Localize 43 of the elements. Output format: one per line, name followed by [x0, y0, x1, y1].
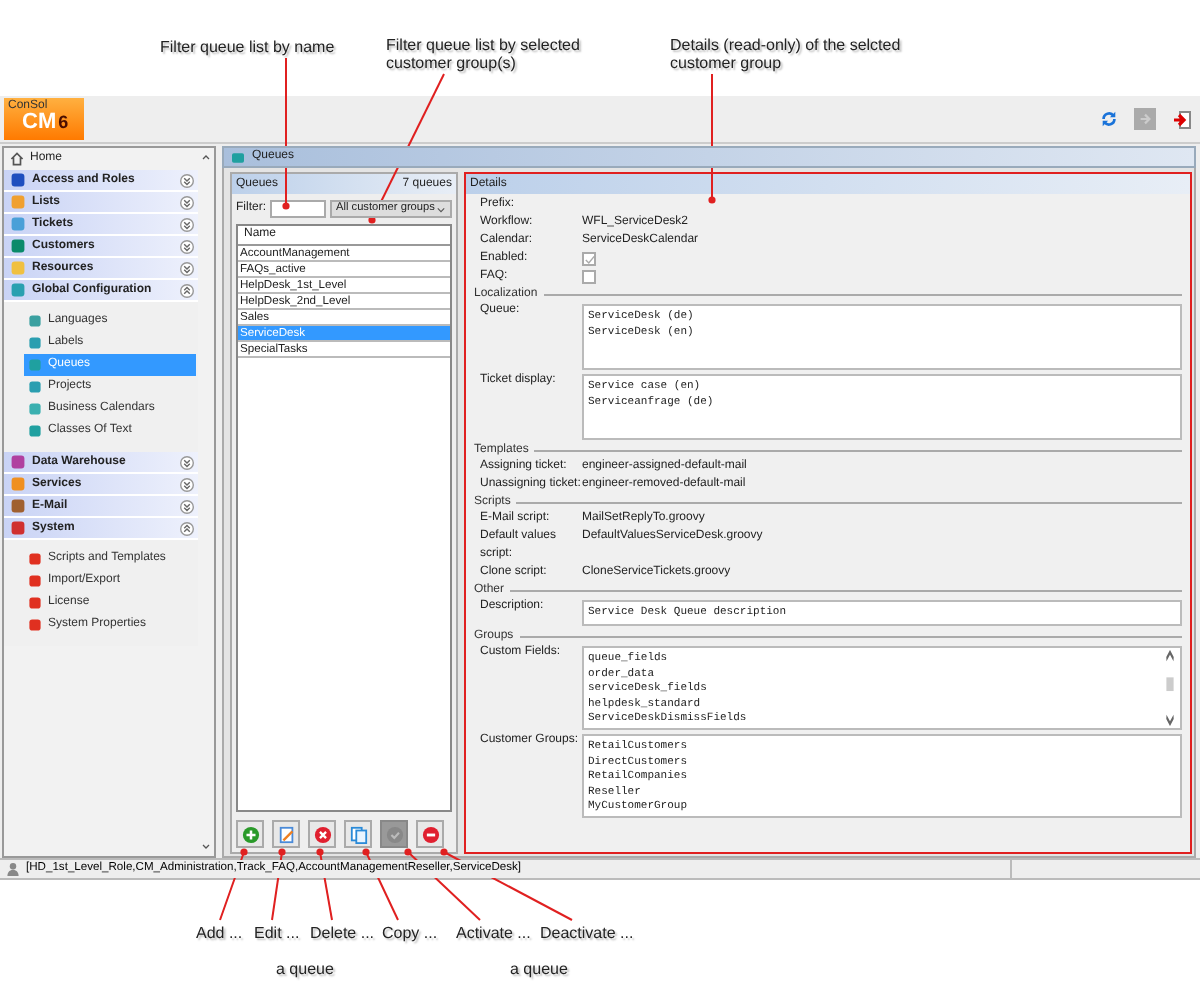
annotation: Delete ...	[310, 924, 375, 942]
expand-icon[interactable]	[180, 499, 194, 513]
add-button[interactable]	[236, 820, 264, 848]
refresh-icon[interactable]	[1100, 110, 1118, 128]
annotation: a queue	[276, 960, 334, 978]
annotation: Copy ...	[382, 924, 438, 942]
scroll-up-icon[interactable]	[200, 152, 212, 162]
copy-icon	[349, 825, 367, 843]
house-icon	[10, 152, 24, 166]
expand-icon[interactable]	[180, 477, 194, 491]
user-icon	[6, 862, 20, 876]
annotation: Deactivate ...	[540, 924, 634, 942]
collapse-icon[interactable]	[180, 283, 194, 297]
minus-icon	[421, 825, 439, 843]
expand-icon[interactable]	[180, 455, 194, 469]
plus-icon	[241, 825, 259, 843]
product-name: CM	[22, 110, 57, 134]
delete-icon	[313, 825, 331, 843]
collapse-icon[interactable]	[180, 521, 194, 535]
annotation: Filter queue list by name	[160, 38, 335, 56]
scrollbar-drawing[interactable]	[1164, 650, 1176, 726]
annotation: Filter queue list by selected customer group(s)	[386, 36, 582, 72]
expand-icon[interactable]	[180, 195, 194, 209]
version-number: 6	[58, 112, 69, 132]
check-icon	[385, 825, 403, 843]
delete-button[interactable]	[308, 820, 336, 848]
copy-button[interactable]	[344, 820, 372, 848]
scroll-down-icon[interactable]	[200, 842, 212, 852]
deactivate-button[interactable]	[416, 820, 444, 848]
edit-icon	[277, 825, 295, 843]
annotation: Add ...	[196, 924, 243, 942]
filter-field[interactable]	[270, 200, 326, 218]
expand-icon[interactable]	[180, 173, 194, 187]
annotation: a queue	[510, 960, 568, 978]
logout-icon[interactable]	[1172, 109, 1192, 129]
expand-icon[interactable]	[180, 261, 194, 275]
annotation: Edit ...	[254, 924, 300, 942]
annotation: Activate ...	[456, 924, 531, 942]
expand-icon[interactable]	[180, 217, 194, 231]
edit-button[interactable]	[272, 820, 300, 848]
caret-icon	[436, 205, 446, 213]
expand-icon[interactable]	[180, 239, 194, 253]
annotation: Details (read-only) of the selcted customer group	[670, 36, 903, 72]
